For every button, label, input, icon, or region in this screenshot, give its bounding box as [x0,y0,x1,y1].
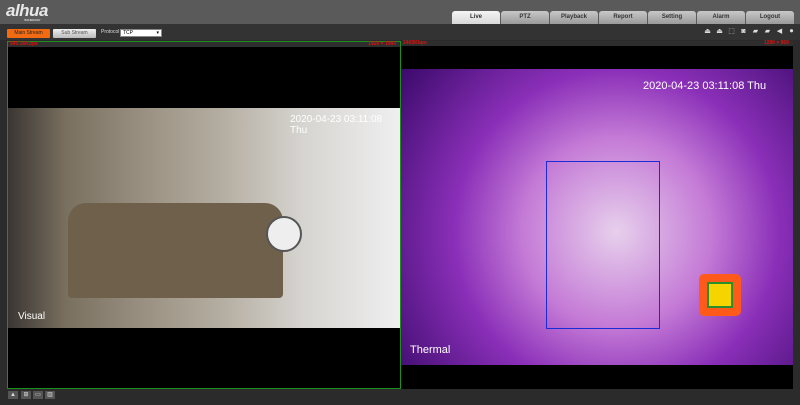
logo-sub: TECHNOLOGY [24,18,41,22]
tab-live[interactable]: Live [452,11,500,24]
visual-video-image: 2020-04-23 03:11:08 Thu Visual [8,108,400,328]
tab-report[interactable]: Report [599,11,647,24]
detection-box [546,161,660,329]
resolution: 1280 × 960 [763,40,789,46]
audio-icon[interactable]: ◀ [775,28,784,36]
thermal-video-pane[interactable]: 2405Kbps 1280 × 960 2020-04-23 03:11:08 … [401,40,793,389]
stats-icon[interactable]: ▥ [45,391,55,399]
zoom-icon[interactable]: ⬚ [727,28,736,36]
protocol-label: Protocol [101,29,120,35]
snapshot-icon[interactable]: ◙ [739,28,748,36]
visual-video-pane[interactable]: 545.36Kbps 1920 × 1080 2020-04-23 03:11:… [7,41,401,389]
person-icon[interactable]: ⏏ [715,28,724,36]
channel-label: Visual [18,311,46,322]
protocol-select[interactable]: TCP [120,29,162,37]
toolbar-icons: ⏏ ⏏ ⬚ ◙ ▰ ▰ ◀ ⏺ [703,28,796,36]
footer: ▲ ⊞ ▭ ▥ [0,389,800,405]
channel-label: Thermal [410,344,451,356]
tab-logout[interactable]: Logout [746,11,794,24]
record-settings-icon[interactable]: ▰ [763,28,772,36]
clock [266,216,302,252]
tab-ptz[interactable]: PTZ [501,11,549,24]
bitrate: 2405Kbps [403,40,427,46]
bitrate: 545.36Kbps [10,41,38,47]
pane-status-bar: 2405Kbps 1280 × 960 [401,40,793,46]
resolution: 1920 × 1080 [368,41,396,47]
main-stream-button[interactable]: Main Stream [7,29,50,38]
nav-tabs: Live PTZ Playback Report Setting Alarm L… [452,11,794,24]
microphone-icon[interactable]: ⏺ [787,28,796,36]
tab-setting[interactable]: Setting [648,11,696,24]
person-icon[interactable]: ⏏ [703,28,712,36]
thermal-video-image: 2020-04-23 03:11:08 Thu Thermal [401,69,793,365]
hot-spot [699,274,741,316]
timestamp: 2020-04-23 03:11:08 Thu [643,80,767,92]
record-icon[interactable]: ▰ [751,28,760,36]
header: alhua TECHNOLOGY Live PTZ Playback Report… [0,0,800,24]
window-split-icon[interactable]: ⊞ [21,391,31,399]
fullscreen-icon[interactable]: ▭ [33,391,43,399]
tab-playback[interactable]: Playback [550,11,598,24]
timestamp: 2020-04-23 03:11:08 Thu [290,114,383,136]
logo: alhua TECHNOLOGY [6,1,48,22]
pane-status-bar: 545.36Kbps 1920 × 1080 [8,41,400,47]
tab-alarm[interactable]: Alarm [697,11,745,24]
window-single-icon[interactable]: ▲ [8,391,18,399]
sofa [68,203,283,298]
sub-stream-button[interactable]: Sub Stream [53,29,96,38]
